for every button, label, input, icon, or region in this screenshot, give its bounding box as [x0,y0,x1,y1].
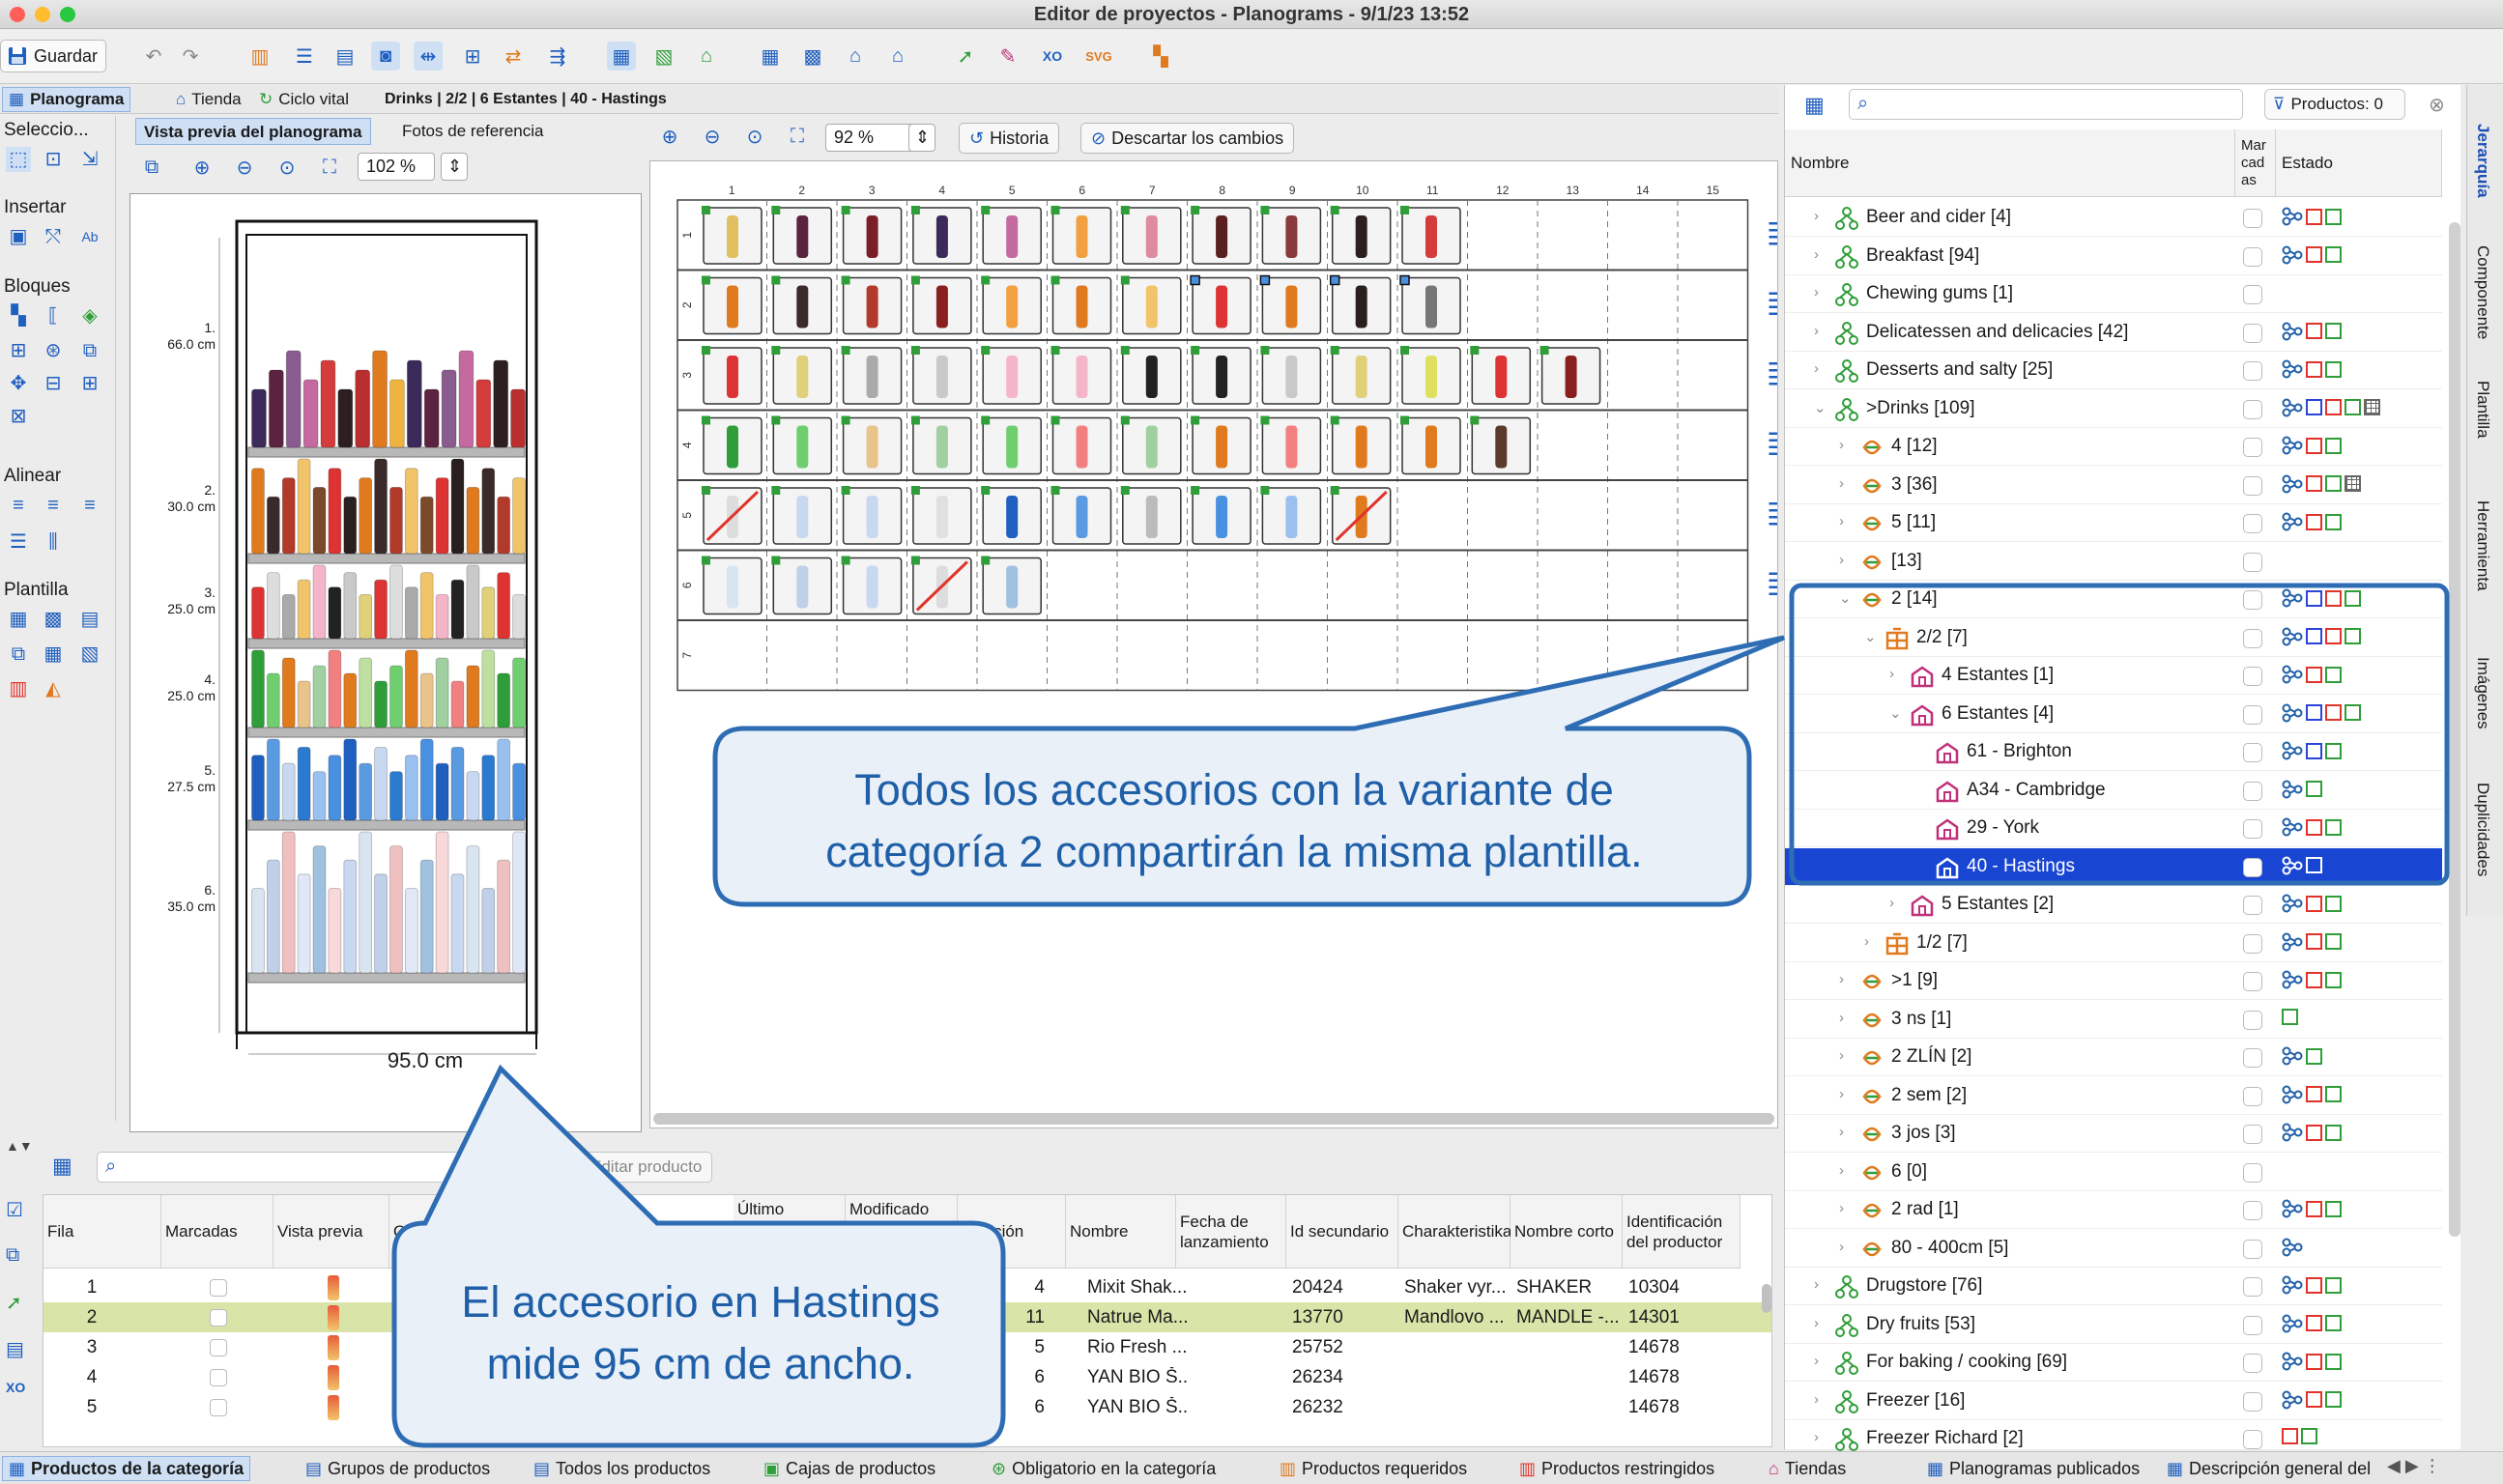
highlight-frame [1789,583,2450,886]
top-callout-line-2: categoría 2 compartirán la misma plantil… [825,827,1643,876]
top-callout-line-1: Todos los accesorios con la variante de [854,765,1614,814]
bottom-callout-text: El accesorio en Hastings mide 95 cm de a… [406,1271,995,1395]
bottom-callout-line-1: El accesorio en Hastings [461,1277,940,1327]
top-callout-text: Todos los accesorios con la variante de … [727,759,1741,883]
callout-shapes [391,583,2450,1448]
bottom-callout-line-2: mide 95 cm de ancho. [486,1339,915,1388]
